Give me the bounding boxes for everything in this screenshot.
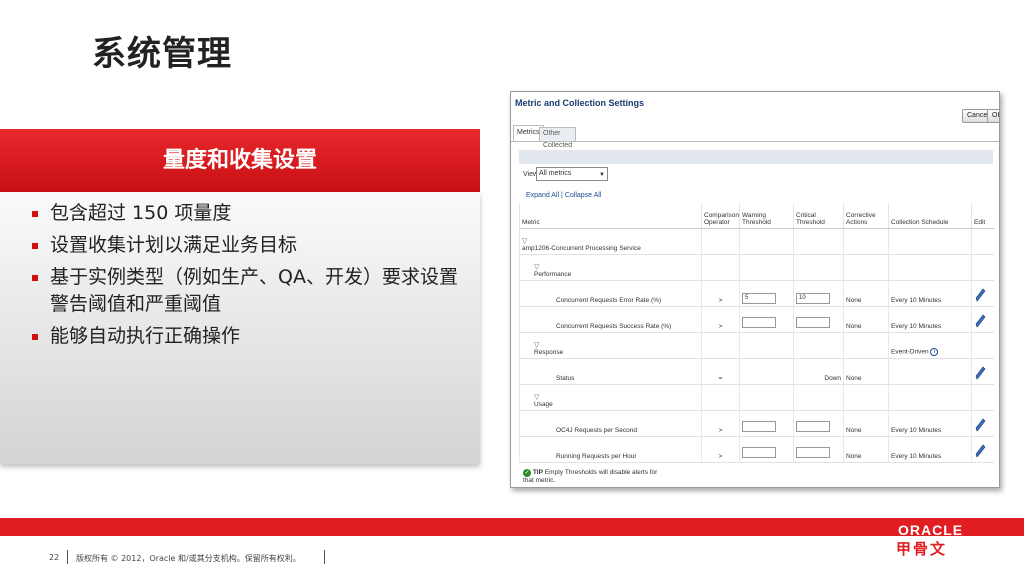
comparison-operator: > <box>701 280 740 307</box>
table-row: ▽ Usage <box>519 384 994 411</box>
expand-triangle-icon[interactable]: ▽ <box>522 237 699 245</box>
group-performance: Performance <box>534 270 572 278</box>
view-select[interactable]: All metrics ▼ <box>536 167 608 181</box>
group-usage: Usage <box>534 400 553 408</box>
tab-divider <box>511 141 999 142</box>
tip-text: Empty Thresholds will disable alerts for… <box>523 469 658 484</box>
metric-name: Status <box>519 358 702 385</box>
table-row: Concurrent Requests Success Rate (%) > N… <box>519 306 994 333</box>
corrective-actions: None <box>843 436 889 463</box>
group-response: Response <box>534 348 564 356</box>
ok-button[interactable]: OK <box>987 109 999 123</box>
view-select-value: All metrics <box>539 170 572 177</box>
comparison-operator: > <box>701 436 740 463</box>
table-row: ▽ Response Event-Driven i <box>519 332 994 359</box>
page-number: 22 <box>49 553 60 562</box>
critical-threshold-input[interactable]: 10 <box>796 292 830 304</box>
bullet-list: 包含超过 150 项量度 设置收集计划以满足业务目标 基于实例类型（例如生产、Q… <box>28 200 468 355</box>
corrective-actions: None <box>843 280 889 307</box>
expand-triangle-icon[interactable]: ▽ <box>534 393 699 401</box>
metrics-table: Metric Comparison Operator Warning Thres… <box>519 204 994 463</box>
edit-pencil-icon[interactable] <box>974 366 986 380</box>
col-edit[interactable]: Edit <box>971 204 994 229</box>
chevron-down-icon: ▼ <box>599 172 605 178</box>
footer-divider <box>324 550 325 564</box>
corrective-actions: None <box>843 306 889 333</box>
slide-title: 系统管理 <box>92 34 232 74</box>
table-row: Running Requests per Hour > None Every 1… <box>519 436 994 463</box>
edit-pencil-icon[interactable] <box>974 314 986 328</box>
edit-pencil-icon[interactable] <box>974 288 986 302</box>
group-service: amp1206-Concurrent Processing Service <box>522 244 641 252</box>
footer-red-bar <box>0 518 1024 536</box>
collapse-all-link[interactable]: Collapse All <box>565 192 602 199</box>
screenshot-title: Metric and Collection Settings <box>515 98 645 108</box>
comparison-operator: > <box>701 306 740 333</box>
comparison-operator: > <box>701 410 740 437</box>
comparison-operator: = <box>701 358 740 385</box>
collection-schedule-link[interactable]: Every 10 Minutes <box>888 280 972 307</box>
col-corrective[interactable]: Corrective Actions <box>843 204 889 229</box>
bullet-item: 包含超过 150 项量度 <box>28 200 468 227</box>
table-row: Status = Down None <box>519 358 994 385</box>
expand-triangle-icon[interactable]: ▽ <box>534 263 699 271</box>
metric-name: Running Requests per Hour <box>519 436 702 463</box>
metric-name: OC4J Requests per Second <box>519 410 702 437</box>
critical-threshold-input[interactable] <box>796 446 830 458</box>
col-warning[interactable]: Warning Threshold <box>739 204 794 229</box>
expand-collapse-links: Expand All | Collapse All <box>526 192 601 199</box>
corrective-actions: None <box>843 358 889 385</box>
col-schedule[interactable]: Collection Schedule <box>888 204 972 229</box>
check-icon: ✓ <box>523 469 531 477</box>
bullet-item: 基于实例类型（例如生产、QA、开发）要求设置警告阈值和严重阈值 <box>28 264 468 318</box>
collection-schedule: Event-Driven <box>891 348 929 356</box>
collection-schedule-link[interactable]: Every 10 Minutes <box>888 436 972 463</box>
collection-schedule-link[interactable]: Every 10 Minutes <box>888 306 972 333</box>
collection-schedule-link[interactable]: Every 10 Minutes <box>888 410 972 437</box>
col-metric[interactable]: Metric <box>519 204 702 229</box>
corrective-actions: None <box>843 410 889 437</box>
section-header: 量度和收集设置 <box>0 129 480 192</box>
footer-divider <box>67 550 68 564</box>
expand-triangle-icon[interactable]: ▽ <box>534 341 699 349</box>
warning-threshold-input[interactable] <box>742 420 776 432</box>
toolbar-strip <box>519 150 993 164</box>
bullet-item: 能够自动执行正确操作 <box>28 323 468 350</box>
col-critical[interactable]: Critical Threshold <box>793 204 844 229</box>
warning-threshold-input[interactable] <box>742 446 776 458</box>
warning-threshold-input[interactable] <box>742 316 776 328</box>
table-row: Concurrent Requests Error Rate (%) > 5 1… <box>519 280 994 307</box>
warning-threshold-input[interactable]: 5 <box>742 292 776 304</box>
metric-name: Concurrent Requests Success Rate (%) <box>519 306 702 333</box>
critical-threshold-input[interactable] <box>796 316 830 328</box>
table-row: OC4J Requests per Second > None Every 10… <box>519 410 994 437</box>
link-separator: | <box>561 192 563 199</box>
table-row: ▽ amp1206-Concurrent Processing Service <box>519 228 994 255</box>
edit-pencil-icon[interactable] <box>974 418 986 432</box>
oracle-logo: ORACLE <box>898 522 964 538</box>
critical-threshold-input[interactable] <box>796 420 830 432</box>
metric-settings-screenshot: Metric and Collection Settings Cancel OK… <box>510 91 1000 488</box>
info-icon[interactable]: i <box>930 347 939 356</box>
copyright-text: 版权所有 © 2012，Oracle 和/或其分支机构。保留所有权利。 <box>76 554 301 563</box>
col-comparison[interactable]: Comparison Operator <box>701 204 740 229</box>
tip-label: TIP <box>532 469 543 476</box>
edit-pencil-icon[interactable] <box>974 444 986 458</box>
table-row: ▽ Performance <box>519 254 994 281</box>
tip-note: ✓ TIP Empty Thresholds will disable aler… <box>523 469 663 485</box>
tab-other-collected-items[interactable]: Other Collected Items <box>539 127 577 161</box>
oracle-cn-logo: 甲骨文 <box>896 540 948 558</box>
table-header-row: Metric Comparison Operator Warning Thres… <box>519 204 994 229</box>
bullet-item: 设置收集计划以满足业务目标 <box>28 232 468 259</box>
expand-all-link[interactable]: Expand All <box>526 192 559 199</box>
metric-name: Concurrent Requests Error Rate (%) <box>519 280 702 307</box>
critical-threshold-value: Down <box>793 358 844 385</box>
